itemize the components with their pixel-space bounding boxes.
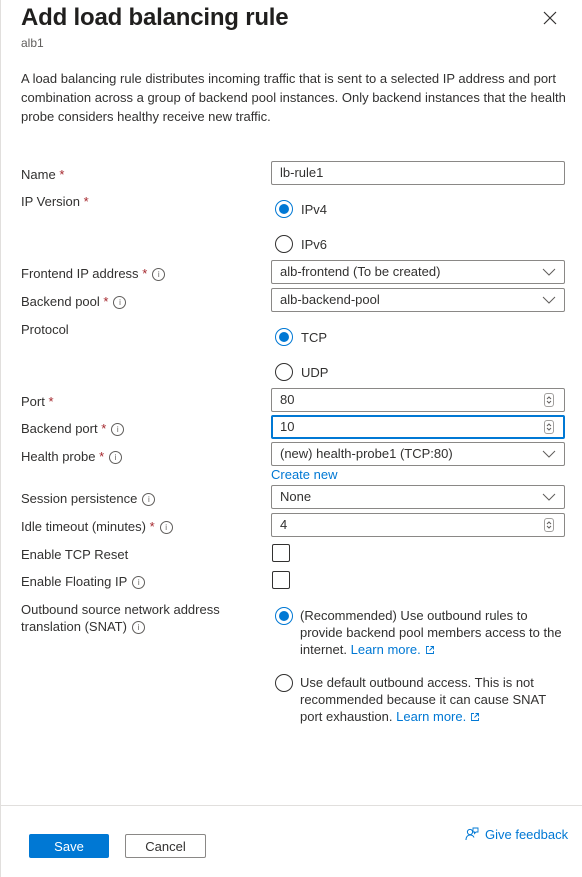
frontend-ip-value: alb-frontend (To be created) xyxy=(280,264,441,279)
snat-default-outbound-radio[interactable] xyxy=(275,674,293,692)
backend-port-label-text: Backend port xyxy=(21,421,98,436)
idle-timeout-value: 4 xyxy=(280,517,288,532)
spinner-arrows-icon xyxy=(546,423,552,431)
ip-version-label-text: IP Version xyxy=(21,194,81,209)
chevron-down-icon xyxy=(542,450,556,458)
ipv6-label[interactable]: IPv6 xyxy=(301,237,327,252)
idle-timeout-input[interactable]: 4 xyxy=(271,513,565,537)
info-icon[interactable]: i xyxy=(159,521,173,534)
protocol-label: Protocol xyxy=(21,322,69,337)
spinner-arrows-icon xyxy=(546,521,552,529)
frontend-ip-label: Frontend IP address * i xyxy=(21,265,166,282)
frontend-ip-dropdown[interactable]: alb-frontend (To be created) xyxy=(271,260,565,284)
chevron-down-icon xyxy=(542,268,556,276)
backend-port-label: Backend port * i xyxy=(21,420,125,437)
save-button[interactable]: Save xyxy=(29,834,109,858)
port-label-text: Port xyxy=(21,394,45,409)
floating-ip-checkbox[interactable] xyxy=(272,571,290,589)
required-marker: * xyxy=(59,167,65,182)
chevron-down-icon xyxy=(542,296,556,304)
backend-pool-label: Backend pool * i xyxy=(21,293,127,310)
port-label: Port * xyxy=(21,393,54,410)
snat-outbound-rules-text: (Recommended) Use outbound rules to prov… xyxy=(300,607,570,658)
give-feedback-link[interactable]: Give feedback xyxy=(465,827,568,842)
idle-timeout-label-text: Idle timeout (minutes) xyxy=(21,519,146,534)
page-subtitle: alb1 xyxy=(21,36,44,50)
info-icon[interactable]: i xyxy=(111,423,125,436)
frontend-ip-label-text: Frontend IP address xyxy=(21,266,139,281)
required-marker: * xyxy=(101,421,107,436)
info-icon[interactable]: i xyxy=(109,451,123,464)
page-title: Add load balancing rule xyxy=(21,4,289,31)
footer-divider xyxy=(1,805,582,806)
learn-more-link[interactable]: Learn more. xyxy=(396,709,480,724)
health-probe-value: (new) health-probe1 (TCP:80) xyxy=(280,446,453,461)
snat-label: Outbound source network address translat… xyxy=(21,601,220,635)
info-icon[interactable]: i xyxy=(113,296,127,309)
snat-outbound-rules-radio[interactable] xyxy=(275,607,293,625)
ipv4-label[interactable]: IPv4 xyxy=(301,202,327,217)
backend-pool-label-text: Backend pool xyxy=(21,294,100,309)
close-icon xyxy=(543,11,557,25)
cancel-button[interactable]: Cancel xyxy=(125,834,206,858)
spinner-control[interactable] xyxy=(544,393,554,407)
spinner-control[interactable] xyxy=(544,420,554,434)
required-marker: * xyxy=(83,194,89,209)
tcp-reset-checkbox[interactable] xyxy=(272,544,290,562)
info-icon[interactable]: i xyxy=(152,268,166,281)
snat-label-line1: Outbound source network address xyxy=(21,602,220,617)
tcp-label[interactable]: TCP xyxy=(301,330,327,345)
ip-version-label: IP Version * xyxy=(21,193,89,210)
session-persistence-dropdown[interactable]: None xyxy=(271,485,565,509)
name-label-text: Name xyxy=(21,167,56,182)
backend-pool-value: alb-backend-pool xyxy=(280,292,380,307)
required-marker: * xyxy=(99,449,105,464)
session-persistence-value: None xyxy=(280,489,312,504)
name-input[interactable]: lb-rule1 xyxy=(271,161,565,185)
session-persistence-label: Session persistence i xyxy=(21,490,156,507)
floating-ip-label-text: Enable Floating IP xyxy=(21,574,128,589)
health-probe-label-text: Health probe xyxy=(21,449,96,464)
session-persistence-label-text: Session persistence xyxy=(21,491,138,506)
required-marker: * xyxy=(103,294,109,309)
give-feedback-text: Give feedback xyxy=(485,827,569,842)
port-value: 80 xyxy=(280,392,295,407)
required-marker: * xyxy=(142,266,148,281)
external-link-icon xyxy=(471,713,480,721)
name-label: Name * xyxy=(21,166,64,183)
chevron-down-icon xyxy=(542,493,556,501)
info-icon[interactable]: i xyxy=(132,576,146,589)
health-probe-dropdown[interactable]: (new) health-probe1 (TCP:80) xyxy=(271,442,565,466)
required-marker: * xyxy=(48,394,54,409)
panel-left-border xyxy=(0,0,1,877)
description: A load balancing rule distributes incomi… xyxy=(21,71,566,124)
required-marker: * xyxy=(149,519,155,534)
learn-more-text: Learn more. xyxy=(396,709,467,724)
idle-timeout-label: Idle timeout (minutes) * i xyxy=(21,518,173,535)
backend-port-value: 10 xyxy=(280,419,295,434)
backend-pool-dropdown[interactable]: alb-backend-pool xyxy=(271,288,565,312)
health-probe-label: Health probe * i xyxy=(21,448,123,465)
learn-more-link[interactable]: Learn more. xyxy=(351,642,435,657)
port-input[interactable]: 80 xyxy=(271,388,565,412)
backend-port-input[interactable]: 10 xyxy=(271,415,565,439)
udp-radio[interactable] xyxy=(275,363,293,381)
info-icon[interactable]: i xyxy=(131,621,145,634)
feedback-icon xyxy=(465,827,479,841)
external-link-icon xyxy=(425,646,434,654)
spinner-arrows-icon xyxy=(546,396,552,404)
snat-default-outbound-text: Use default outbound access. This is not… xyxy=(300,674,570,725)
ipv4-radio[interactable] xyxy=(275,200,293,218)
create-new-link[interactable]: Create new xyxy=(271,467,337,482)
udp-label[interactable]: UDP xyxy=(301,365,328,380)
spinner-control[interactable] xyxy=(544,518,554,532)
learn-more-text: Learn more. xyxy=(350,642,421,657)
close-button[interactable] xyxy=(540,8,560,28)
floating-ip-label: Enable Floating IP i xyxy=(21,573,146,590)
info-icon[interactable]: i xyxy=(142,493,156,506)
tcp-radio[interactable] xyxy=(275,328,293,346)
tcp-reset-label: Enable TCP Reset xyxy=(21,547,129,562)
ipv6-radio[interactable] xyxy=(275,235,293,253)
snat-label-line2: translation (SNAT) xyxy=(21,619,127,634)
